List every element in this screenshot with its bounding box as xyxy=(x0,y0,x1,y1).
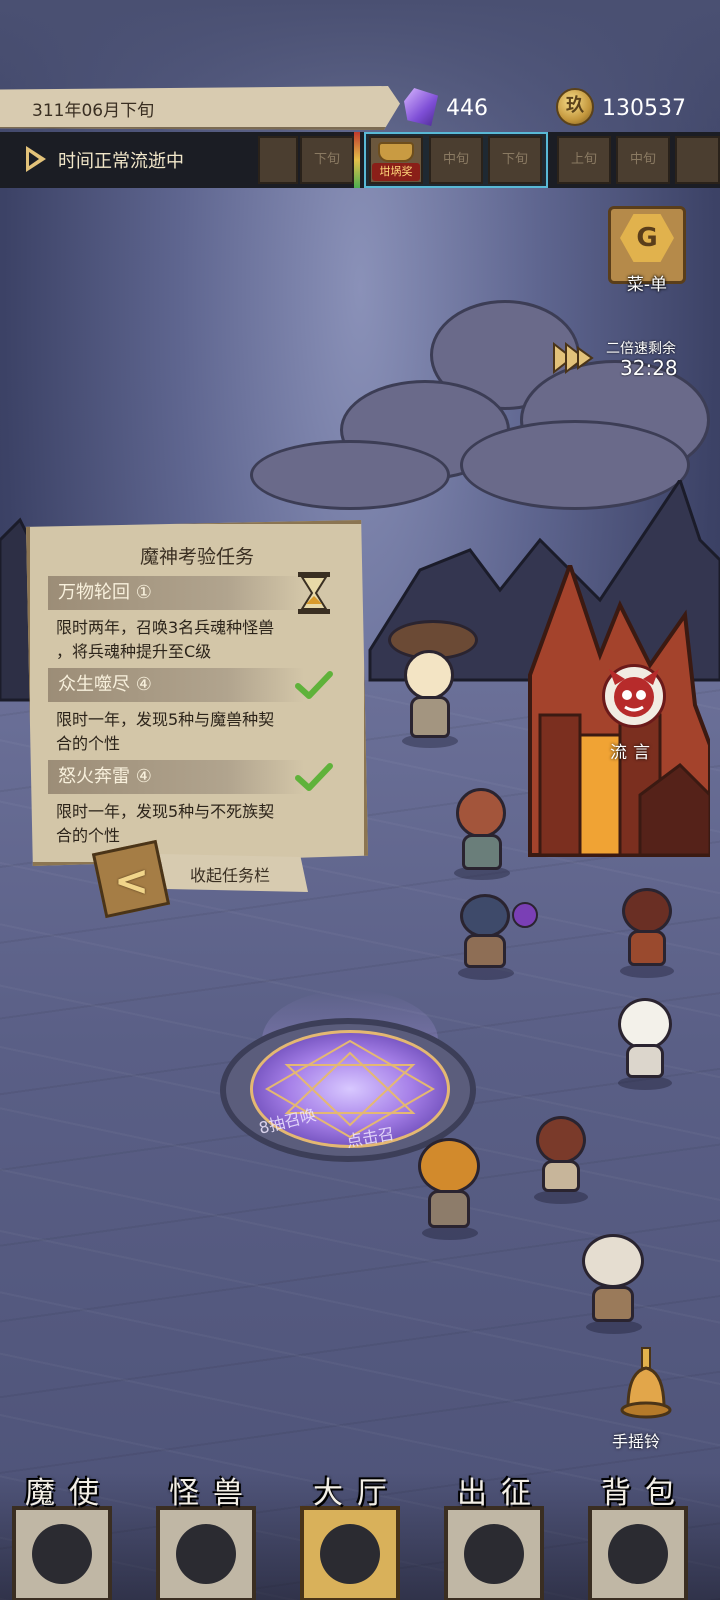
quest-name[interactable]: 万物轮回 ① xyxy=(48,576,304,610)
quest-desc-line: ，将兵魂种提升至C级 xyxy=(56,642,212,661)
nav-item-monster[interactable]: 怪兽 xyxy=(146,1468,266,1600)
timeline-divider xyxy=(354,132,360,188)
quest-desc-line: 限时两年，召唤3名兵魂种怪兽 xyxy=(56,618,275,637)
play-icon[interactable] xyxy=(26,146,46,172)
body xyxy=(592,1286,634,1322)
character-eyeball[interactable] xyxy=(612,880,682,980)
nav-item-envoy[interactable]: 魔使 xyxy=(2,1468,122,1600)
shadow xyxy=(458,966,514,980)
check-icon xyxy=(295,763,333,791)
timeline-slot[interactable]: 上旬 xyxy=(557,136,611,184)
shadow xyxy=(534,1190,588,1204)
nav-label: 背包 xyxy=(601,1476,689,1511)
head xyxy=(618,998,672,1050)
collapse-quest-label[interactable]: 收起任务栏 xyxy=(190,862,270,886)
character-goat[interactable] xyxy=(570,1216,660,1336)
nav-label: 出征 xyxy=(457,1476,545,1511)
body xyxy=(628,930,666,966)
shadow xyxy=(422,1226,478,1240)
head xyxy=(418,1138,480,1194)
quest-name[interactable]: 众生噬尽 ④ xyxy=(48,668,304,702)
hourglass-icon xyxy=(298,572,330,614)
body xyxy=(542,1160,580,1192)
timeline-slot[interactable] xyxy=(675,136,720,184)
nav-label: 魔使 xyxy=(25,1476,113,1511)
hand-bell-label: 手摇铃 xyxy=(612,1432,661,1451)
shadow xyxy=(586,1320,642,1334)
shadow xyxy=(620,964,674,978)
head xyxy=(536,1116,586,1164)
nav-item-hall[interactable]: 大厅 xyxy=(290,1468,410,1600)
character-witch[interactable] xyxy=(388,600,478,750)
quest-desc-line: 合的个性 xyxy=(56,826,121,845)
character-knight[interactable] xyxy=(452,872,538,982)
date-label: 311年06月下旬 xyxy=(32,101,155,121)
double-speed-label: 二倍速剩余 xyxy=(606,341,676,357)
hand-bell-icon[interactable] xyxy=(618,1346,674,1422)
hall-icon xyxy=(320,1524,380,1584)
double-speed-icon[interactable] xyxy=(552,342,596,374)
menu-label: 菜-单 xyxy=(626,275,668,295)
body xyxy=(428,1190,470,1228)
double-speed-time: 32:28 xyxy=(620,356,678,380)
nav-label: 大厅 xyxy=(313,1476,401,1511)
cauldron-label: 坩埚奖 xyxy=(372,163,420,181)
coin-icon: 玖 xyxy=(556,88,594,126)
skull-icon xyxy=(32,1524,92,1584)
timeline-slot[interactable]: 中旬 xyxy=(616,136,670,184)
chevron-left-icon: < xyxy=(114,856,150,905)
character-pumpkin-warrior[interactable] xyxy=(406,1122,496,1242)
backpack-icon xyxy=(608,1524,668,1584)
head xyxy=(404,650,454,700)
rumor-demon-icon[interactable] xyxy=(602,664,666,728)
time-status: 时间正常流逝中 xyxy=(58,151,184,172)
head xyxy=(460,894,510,938)
quest-desc-line: 限时一年，发现5种与魔兽种契 xyxy=(56,710,275,729)
timeline-slot[interactable]: 下旬 xyxy=(300,136,354,184)
timeline-slot[interactable]: 下旬 xyxy=(488,136,542,184)
check-icon xyxy=(295,671,333,699)
body xyxy=(464,934,506,968)
coin-count: 130537 xyxy=(602,96,686,121)
character-tribal[interactable] xyxy=(448,770,518,880)
warrior-icon xyxy=(464,1524,524,1584)
ghost-pet-icon xyxy=(512,902,538,928)
quest-desc-line: 合的个性 xyxy=(56,734,121,753)
timeline-slot[interactable] xyxy=(258,136,298,184)
shadow xyxy=(618,1076,672,1090)
character-ghost[interactable] xyxy=(610,992,680,1092)
cauldron-icon xyxy=(378,142,414,162)
gem-count: 446 xyxy=(446,96,488,121)
character-imp[interactable] xyxy=(526,1104,596,1204)
nav-item-bag[interactable]: 背包 xyxy=(578,1468,698,1600)
timeline-slot[interactable]: 中旬 xyxy=(429,136,483,184)
head xyxy=(582,1234,644,1288)
head xyxy=(456,788,506,838)
nav-item-expedition[interactable]: 出征 xyxy=(434,1468,554,1600)
nav-label: 怪兽 xyxy=(169,1476,257,1511)
body xyxy=(462,834,502,870)
quest-desc-line: 限时一年，发现5种与不死族契 xyxy=(56,802,275,821)
quest-panel-title: 魔神考验任务 xyxy=(139,546,254,568)
rumor-label: 流言 xyxy=(610,743,656,763)
head xyxy=(622,888,672,934)
monster-icon xyxy=(176,1524,236,1584)
quest-name[interactable]: 怒火奔雷 ④ xyxy=(48,760,304,794)
body xyxy=(626,1044,664,1078)
body xyxy=(410,696,450,738)
